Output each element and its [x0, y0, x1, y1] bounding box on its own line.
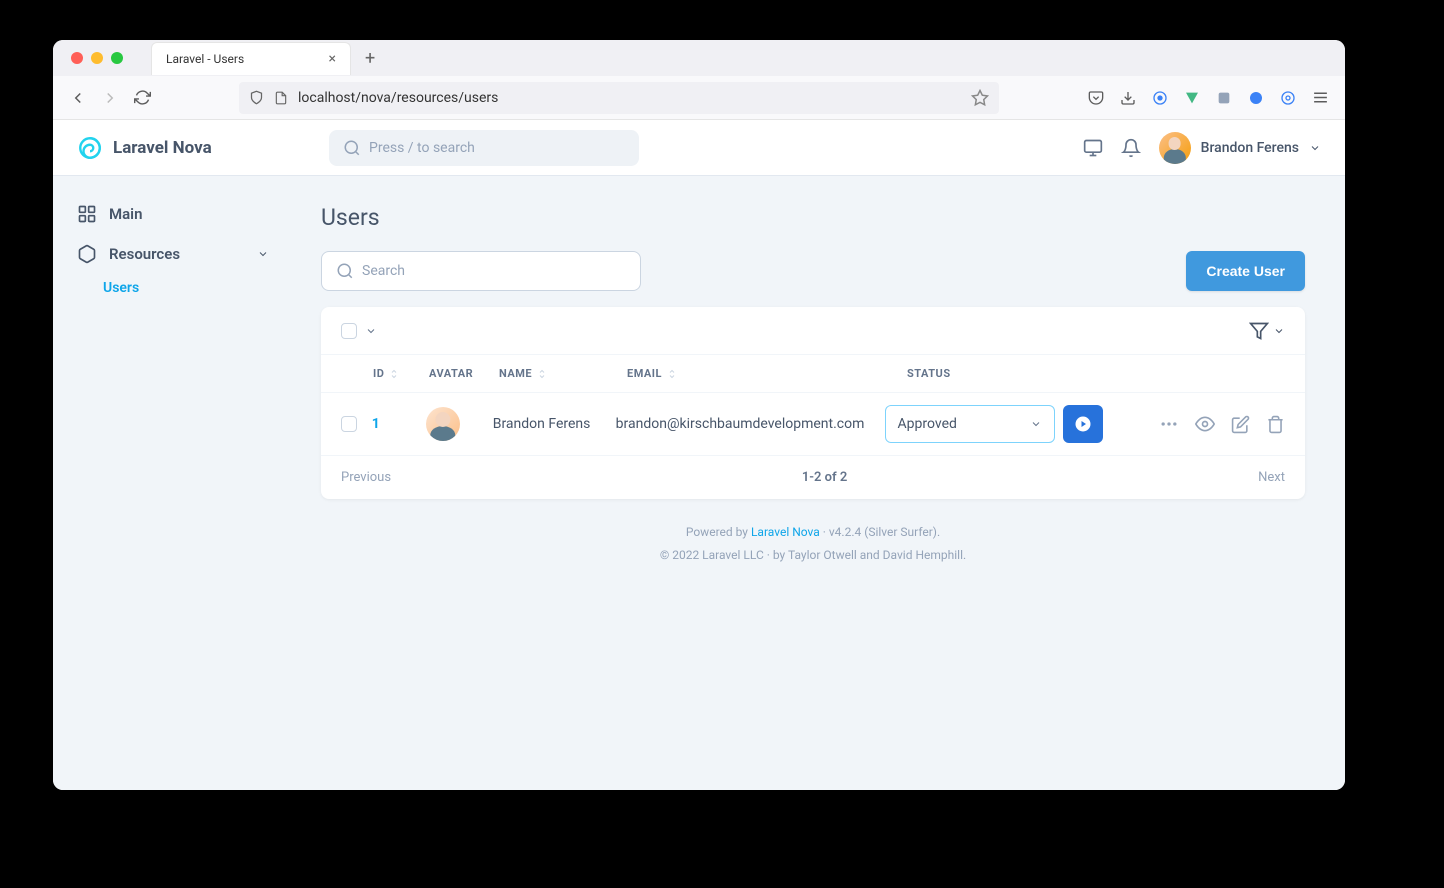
dots-icon: [1159, 414, 1179, 434]
browser-url-bar: localhost/nova/resources/users: [53, 76, 1345, 120]
browser-tab-bar: Laravel - Users × +: [53, 40, 1345, 76]
eye-icon: [1195, 414, 1215, 434]
url-input[interactable]: localhost/nova/resources/users: [239, 82, 999, 114]
new-tab-button[interactable]: +: [359, 48, 381, 69]
previous-button[interactable]: Previous: [341, 470, 391, 485]
status-select[interactable]: Approved: [885, 405, 1055, 443]
window-close-button[interactable]: [71, 52, 83, 64]
create-user-button[interactable]: Create User: [1186, 251, 1305, 291]
tab-title: Laravel - Users: [166, 52, 244, 66]
window-minimize-button[interactable]: [91, 52, 103, 64]
back-button[interactable]: [69, 89, 87, 107]
view-button[interactable]: [1195, 414, 1215, 434]
footer-nova-link[interactable]: Laravel Nova: [751, 525, 820, 539]
filter-icon: [1249, 321, 1269, 341]
shield-icon: [249, 90, 264, 105]
grid-icon: [77, 204, 97, 224]
row-checkbox[interactable]: [341, 416, 357, 432]
footer-copyright: © 2022 Laravel LLC · by Taylor Otwell an…: [321, 544, 1305, 567]
table-row: 1 Brandon Ferens brandon@kirschbaumdevel…: [321, 393, 1305, 456]
filter-button[interactable]: [1249, 321, 1285, 341]
reload-button[interactable]: [133, 89, 151, 107]
chevron-down-icon: [1273, 325, 1285, 337]
ext-icon-2[interactable]: [1215, 89, 1233, 107]
url-text: localhost/nova/resources/users: [298, 90, 498, 106]
trash-icon: [1266, 415, 1285, 434]
nova-logo-icon: [77, 135, 103, 161]
browser-tab[interactable]: Laravel - Users ×: [151, 42, 351, 75]
ext-icon-3[interactable]: [1247, 89, 1265, 107]
sidebar: Main Resources Users: [53, 176, 293, 790]
window-maximize-button[interactable]: [111, 52, 123, 64]
next-button[interactable]: Next: [1258, 470, 1285, 485]
sidebar-item-main[interactable]: Main: [67, 194, 279, 234]
pocket-icon[interactable]: [1087, 89, 1105, 107]
forward-button[interactable]: [101, 89, 119, 107]
ext-icon-1[interactable]: [1151, 89, 1169, 107]
play-icon: [1074, 415, 1092, 433]
table-header: ID AVATAR NAME EMAIL STATUS: [321, 355, 1305, 393]
more-actions-button[interactable]: [1159, 414, 1179, 434]
user-avatar-icon: [1159, 132, 1191, 164]
extension-icons: [1087, 89, 1329, 107]
chevron-down-icon: [1030, 418, 1042, 430]
sidebar-users-label: Users: [103, 280, 139, 296]
sort-icon[interactable]: [388, 368, 400, 380]
close-tab-icon[interactable]: ×: [329, 51, 336, 67]
resource-search-input[interactable]: Search: [321, 251, 641, 291]
select-all-chevron-icon[interactable]: [365, 325, 377, 337]
chevron-down-icon: [1309, 142, 1321, 154]
hamburger-menu-icon[interactable]: [1311, 89, 1329, 107]
download-icon[interactable]: [1119, 89, 1137, 107]
col-avatar-label: AVATAR: [429, 367, 473, 380]
desktop-icon[interactable]: [1083, 138, 1103, 158]
search-icon: [343, 139, 361, 157]
sort-icon[interactable]: [666, 368, 678, 380]
users-table-card: ID AVATAR NAME EMAIL STATUS: [321, 307, 1305, 499]
sidebar-main-label: Main: [109, 205, 142, 223]
app-logo[interactable]: Laravel Nova: [77, 135, 317, 161]
traffic-lights: [71, 52, 123, 64]
app-header: Laravel Nova Press / to search Brandon F…: [53, 120, 1345, 176]
chevron-down-icon: [257, 248, 269, 260]
footer-version: · v4.2.4 (Silver Surfer).: [820, 525, 940, 539]
sidebar-resources-label: Resources: [109, 245, 180, 263]
search-icon: [336, 262, 354, 280]
row-id[interactable]: 1: [372, 416, 380, 432]
footer: Powered by Laravel Nova · v4.2.4 (Silver…: [321, 521, 1305, 567]
user-name: Brandon Ferens: [1201, 140, 1299, 156]
delete-button[interactable]: [1266, 415, 1285, 434]
package-icon: [77, 244, 97, 264]
col-status-label: STATUS: [907, 367, 951, 380]
col-name-label: NAME: [499, 367, 532, 380]
pagination: Previous 1-2 of 2 Next: [321, 456, 1305, 499]
ext-icon-4[interactable]: [1279, 89, 1297, 107]
bookmark-icon[interactable]: [971, 89, 989, 107]
global-search-placeholder: Press / to search: [369, 140, 475, 156]
user-menu[interactable]: Brandon Ferens: [1159, 132, 1321, 164]
resource-search-placeholder: Search: [362, 263, 405, 279]
page-icon: [274, 91, 288, 105]
sort-icon[interactable]: [536, 368, 548, 380]
select-all-checkbox[interactable]: [341, 323, 357, 339]
vue-icon[interactable]: [1183, 89, 1201, 107]
col-email-label: EMAIL: [627, 367, 662, 380]
status-value: Approved: [898, 416, 957, 432]
sidebar-item-users[interactable]: Users: [67, 274, 279, 302]
run-action-button[interactable]: [1063, 405, 1103, 443]
edit-icon: [1231, 415, 1250, 434]
sidebar-item-resources[interactable]: Resources: [67, 234, 279, 274]
main-content: Users Search Create User: [293, 176, 1345, 790]
col-id-label: ID: [373, 367, 384, 380]
page-title: Users: [321, 204, 1305, 231]
global-search-input[interactable]: Press / to search: [329, 130, 639, 166]
row-avatar-icon: [426, 407, 460, 441]
bell-icon[interactable]: [1121, 138, 1141, 158]
row-name: Brandon Ferens: [493, 416, 591, 432]
row-email: brandon@kirschbaumdevelopment.com: [616, 416, 865, 432]
edit-button[interactable]: [1231, 415, 1250, 434]
page-info: 1-2 of 2: [802, 470, 848, 485]
footer-powered-prefix: Powered by: [686, 525, 751, 539]
app-name: Laravel Nova: [113, 138, 212, 158]
